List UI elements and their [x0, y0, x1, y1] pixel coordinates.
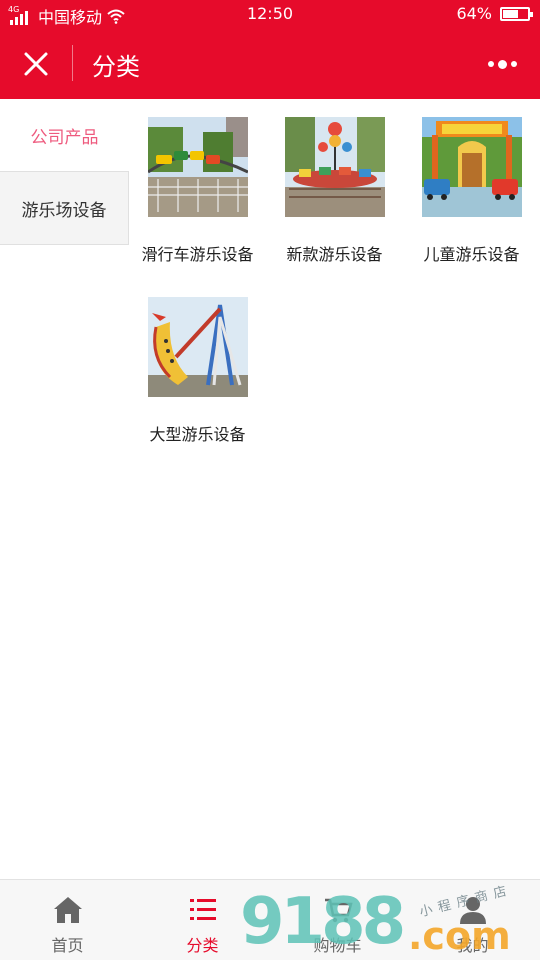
more-dot-icon [511, 61, 517, 67]
sidebar-item-label: 公司产品 [30, 127, 99, 148]
nav-bar: 分类 [0, 28, 540, 99]
sidebar-item-label: 游乐场设备 [21, 200, 107, 221]
more-button[interactable] [488, 54, 522, 74]
battery-percent: 64% [456, 4, 492, 23]
roller-coaster-photo [147, 117, 248, 217]
status-bar: 4G 中国移动 12:50 64% [0, 0, 540, 28]
product-card[interactable]: 大型游乐设备 [129, 279, 266, 445]
more-dot-icon [498, 59, 507, 69]
watermark-domain: .com [408, 914, 511, 958]
page-title: 分类 [92, 53, 140, 81]
product-card[interactable]: 滑行车游乐设备 [129, 99, 266, 265]
product-name: 滑行车游乐设备 [141, 245, 254, 264]
list-icon [189, 899, 216, 920]
status-right: 64% [456, 4, 533, 23]
carousel-ride-photo [284, 117, 385, 217]
app-screen: 4G 中国移动 12:50 64% 分类 公司产品 游乐场设备 滑行车游乐设备 … [0, 0, 540, 960]
product-card[interactable]: 新款游乐设备 [266, 99, 403, 265]
product-name: 新款游乐设备 [286, 245, 383, 264]
pirate-ship-photo [147, 297, 248, 397]
close-button[interactable] [16, 44, 56, 84]
battery-icon [500, 6, 533, 21]
tab-label: 首页 [51, 936, 84, 955]
kiddie-train-photo [421, 117, 522, 217]
tab-home[interactable]: 首页 [0, 880, 135, 960]
product-card[interactable]: 儿童游乐设备 [403, 99, 540, 265]
category-sidebar: 公司产品 游乐场设备 [0, 99, 129, 245]
close-icon [24, 52, 48, 76]
watermark-logo: 9188 [240, 885, 406, 959]
sidebar-item-playground-equipment[interactable]: 游乐场设备 [0, 172, 129, 245]
product-name: 大型游乐设备 [149, 425, 246, 444]
sidebar-item-company-products[interactable]: 公司产品 [0, 99, 129, 172]
product-name: 儿童游乐设备 [423, 245, 520, 264]
nav-divider [72, 45, 73, 81]
home-icon [53, 897, 82, 923]
battery-fill [503, 9, 519, 18]
more-dot-icon [488, 61, 494, 67]
